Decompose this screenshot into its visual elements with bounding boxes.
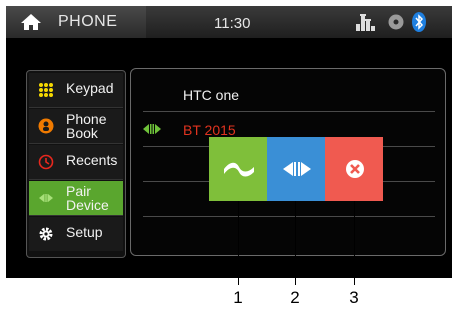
pair-device-icon: [39, 194, 53, 202]
bluetooth-icon[interactable]: [412, 12, 426, 32]
device-row-empty[interactable]: [143, 217, 435, 251]
sidebar-item-label: Keypad: [66, 80, 114, 96]
equalizer-icon[interactable]: [355, 12, 377, 32]
connect-button[interactable]: [209, 137, 267, 201]
callout-line-2: [295, 201, 296, 285]
device-name: BT 2015: [183, 122, 236, 138]
callout-line-1: [238, 201, 239, 285]
sidebar-menu: Keypad Phone Book Recents Pair Device Se…: [26, 70, 126, 258]
home-icon[interactable]: [20, 13, 42, 31]
app-title: PHONE: [58, 13, 118, 30]
callout-number-1: 1: [233, 288, 243, 307]
status-bar: PHONE 11:30: [6, 6, 452, 38]
device-action-popup: [209, 137, 383, 201]
clock: 11:30: [214, 15, 251, 32]
gear-icon: [39, 227, 53, 241]
delete-button[interactable]: [325, 137, 383, 201]
keypad-icon: [39, 83, 53, 97]
sidebar-item-recents[interactable]: Recents: [29, 145, 123, 180]
sidebar-item-label: Setup: [66, 224, 103, 240]
device-row[interactable]: HTC one: [143, 77, 435, 112]
disconnect-icon: [283, 162, 311, 176]
device-name: HTC one: [183, 87, 240, 103]
sidebar-item-pair-device[interactable]: Pair Device: [29, 181, 123, 216]
delete-icon: [346, 160, 364, 178]
disc-icon[interactable]: [388, 14, 404, 30]
app-title-area: PHONE: [6, 6, 146, 38]
label-line-2: Device: [66, 197, 109, 213]
phonebook-icon: [38, 118, 54, 134]
sidebar-item-label: Recents: [66, 152, 118, 168]
sidebar-item-label: Pair Device: [66, 184, 109, 212]
sidebar-item-phonebook[interactable]: Phone Book: [29, 109, 123, 144]
sidebar-item-label: Phone Book: [66, 112, 106, 140]
disconnect-button[interactable]: [267, 137, 325, 201]
label-line-2: Book: [66, 125, 98, 141]
paired-status-icon: [143, 124, 161, 134]
sidebar-item-setup[interactable]: Setup: [29, 217, 123, 251]
recents-icon: [38, 154, 54, 170]
connect-icon: [224, 162, 254, 177]
sidebar-item-keypad[interactable]: Keypad: [29, 73, 123, 108]
callout-number-3: 3: [349, 288, 359, 307]
callout-line-3: [354, 201, 355, 285]
callout-number-2: 2: [290, 288, 300, 307]
